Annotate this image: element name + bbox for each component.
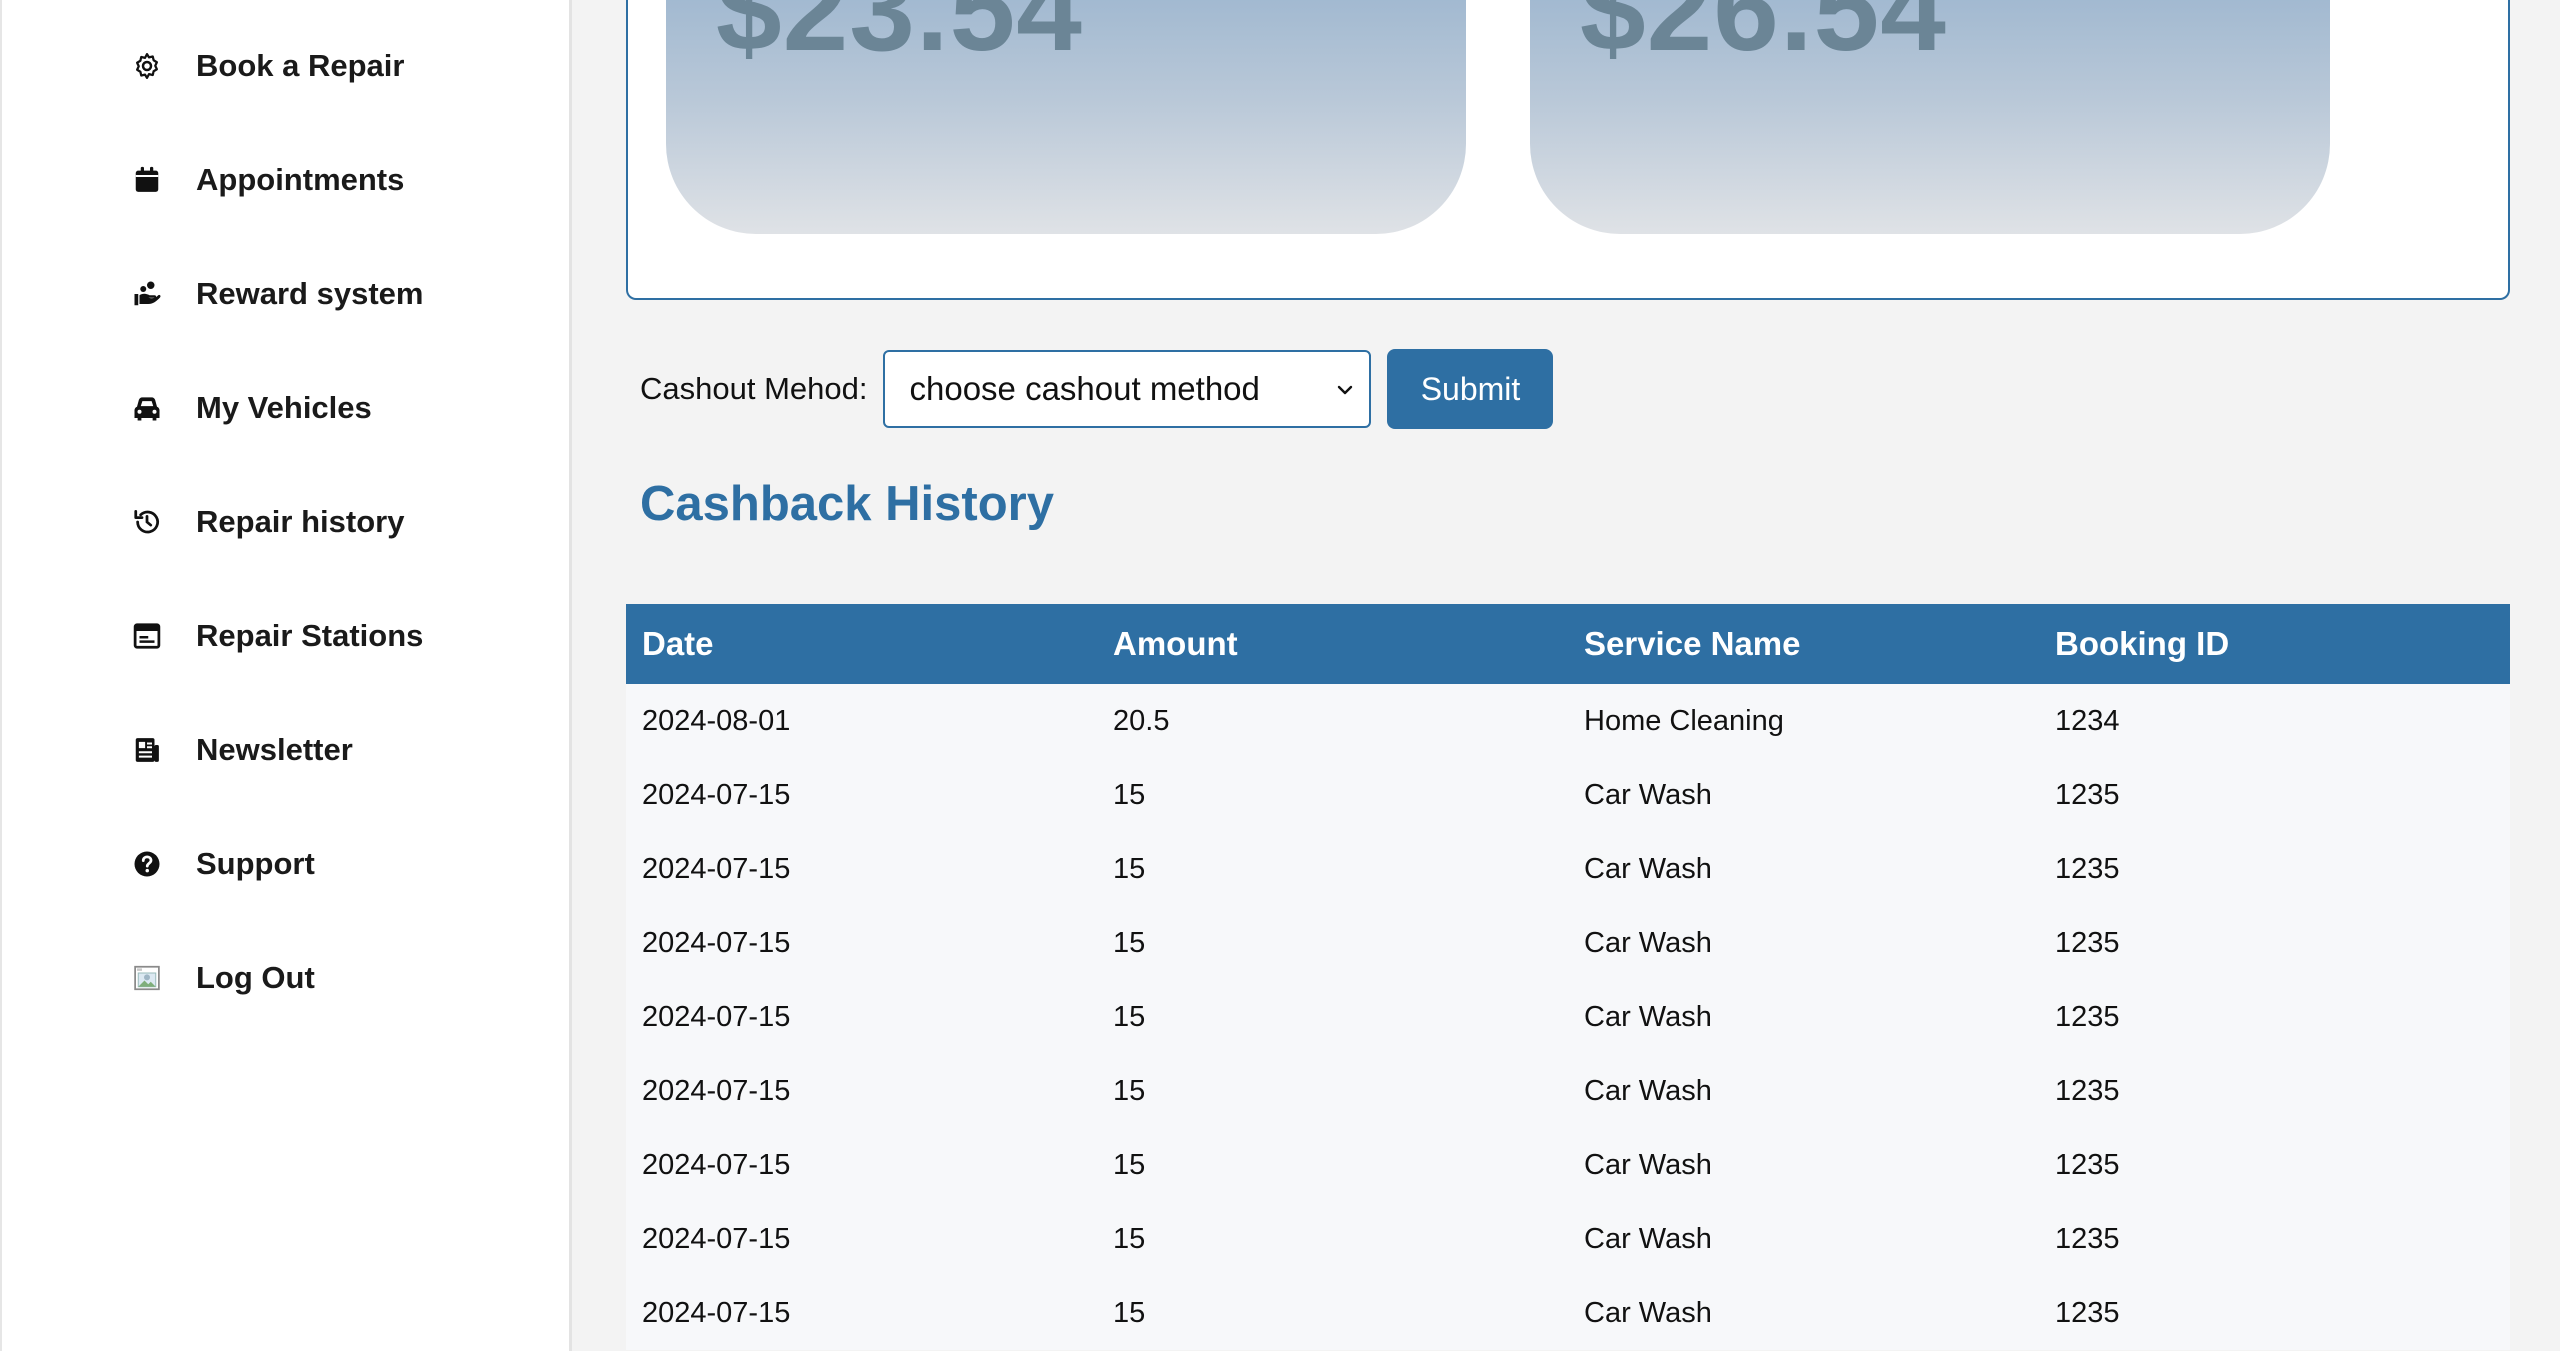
table-row: 2024-07-15 15 Car Wash 1235: [626, 1128, 2510, 1202]
cell-amount: 15: [1113, 1000, 1146, 1033]
cell-booking-id: 1235: [2055, 1148, 2120, 1181]
sidebar-item-repair-history[interactable]: Repair history: [130, 492, 404, 552]
cell-date: 2024-07-15: [642, 1296, 791, 1329]
cell-service-name: Car Wash: [1584, 852, 1712, 885]
cell-booking-id: 1234: [2055, 704, 2120, 737]
sidebar-item-label: Repair Stations: [196, 618, 424, 653]
cell-amount: 15: [1113, 1148, 1146, 1181]
cell-service-name: Home Cleaning: [1584, 704, 1784, 737]
cell-booking-id: 1235: [2055, 1222, 2120, 1255]
sidebar-item-label: Book a Repair: [196, 48, 405, 83]
table-row: 2024-07-15 15 Car Wash 1235: [626, 1202, 2510, 1276]
cashout-method-select[interactable]: choose cashout method: [883, 350, 1372, 428]
cell-date: 2024-07-15: [642, 1222, 791, 1255]
store-icon: [130, 619, 164, 653]
cell-service-name: Car Wash: [1584, 1000, 1712, 1033]
broken-image-icon: [130, 961, 164, 995]
cell-booking-id: 1235: [2055, 1296, 2120, 1329]
cell-amount: 15: [1113, 778, 1146, 811]
sidebar: Book a Repair Appointments Reward system…: [0, 0, 572, 1351]
balance-amount: $26.54: [1580, 0, 1947, 76]
cell-date: 2024-07-15: [642, 778, 791, 811]
table-row: 2024-07-15 15 Car Wash 1235: [626, 1054, 2510, 1128]
cashout-form: Cashout Mehod: choose cashout method Sub…: [640, 349, 1554, 429]
sidebar-item-book-a-repair[interactable]: Book a Repair: [130, 36, 404, 96]
sidebar-item-label: Repair history: [196, 504, 405, 539]
cell-service-name: Car Wash: [1584, 926, 1712, 959]
cell-service-name: Car Wash: [1584, 778, 1712, 811]
sidebar-item-log-out[interactable]: Log Out: [130, 948, 315, 1008]
table-row: 2024-07-15 15 Car Wash 1235: [626, 906, 2510, 980]
sidebar-item-label: My Vehicles: [196, 390, 372, 425]
cell-service-name: Car Wash: [1584, 1296, 1712, 1329]
car-icon: [130, 391, 164, 425]
cashout-method-selected: choose cashout method: [909, 370, 1260, 407]
gear-icon: [130, 49, 164, 83]
section-title: Cashback History: [640, 477, 1054, 531]
sidebar-item-newsletter[interactable]: Newsletter: [130, 720, 353, 780]
submit-button[interactable]: Submit: [1387, 349, 1554, 429]
table-body: 2024-08-01 20.5 Home Cleaning 1234 2024-07-1…: [626, 684, 2510, 1350]
column-header-service-name: Service Name: [1584, 625, 1801, 662]
cell-service-name: Car Wash: [1584, 1148, 1712, 1181]
sidebar-item-label: Support: [196, 846, 315, 881]
history-icon: [130, 505, 164, 539]
cashback-history-table: Date Amount Service Name Booking ID 2024…: [626, 604, 2510, 1350]
table-row: 2024-07-15 15 Car Wash 1235: [626, 832, 2510, 906]
cell-amount: 15: [1113, 1296, 1146, 1329]
sidebar-item-label: Newsletter: [196, 732, 353, 767]
cell-booking-id: 1235: [2055, 1000, 2120, 1033]
column-header-booking-id: Booking ID: [2055, 625, 2230, 662]
chevron-down-icon: [1335, 370, 1355, 408]
sidebar-item-support[interactable]: Support: [130, 834, 315, 894]
balance-card: $26.54: [1530, 0, 2330, 234]
table-row: 2024-08-01 20.5 Home Cleaning 1234: [626, 684, 2510, 758]
cell-amount: 20.5: [1113, 704, 1170, 737]
main-content: $23.54 $26.54 Cashout Mehod: choose cash…: [572, 0, 2560, 1351]
cell-service-name: Car Wash: [1584, 1074, 1712, 1107]
table-row: 2024-07-15 15 Car Wash 1235: [626, 758, 2510, 832]
cell-booking-id: 1235: [2055, 778, 2120, 811]
hand-coins-icon: [130, 277, 164, 311]
cell-booking-id: 1235: [2055, 926, 2120, 959]
cell-date: 2024-07-15: [642, 852, 791, 885]
cell-date: 2024-07-15: [642, 926, 791, 959]
cashback-cards-panel: $23.54 $26.54: [626, 0, 2510, 300]
sidebar-item-label: Appointments: [196, 162, 405, 197]
cell-amount: 15: [1113, 1074, 1146, 1107]
cell-amount: 15: [1113, 1222, 1146, 1255]
sidebar-item-label: Reward system: [196, 276, 424, 311]
cashout-method-label: Cashout Mehod:: [640, 371, 868, 406]
table-row: 2024-07-15 15 Car Wash 1235: [626, 1276, 2510, 1350]
cell-amount: 15: [1113, 852, 1146, 885]
cell-amount: 15: [1113, 926, 1146, 959]
newspaper-icon: [130, 733, 164, 767]
cell-date: 2024-07-15: [642, 1000, 791, 1033]
sidebar-item-appointments[interactable]: Appointments: [130, 150, 404, 210]
calendar-icon: [130, 163, 164, 197]
cell-date: 2024-07-15: [642, 1074, 791, 1107]
cell-service-name: Car Wash: [1584, 1222, 1712, 1255]
column-header-date: Date: [642, 625, 714, 662]
question-circle-icon: [130, 847, 164, 881]
sidebar-item-repair-stations[interactable]: Repair Stations: [130, 606, 423, 666]
table-header: Date Amount Service Name Booking ID: [626, 604, 2510, 684]
cell-booking-id: 1235: [2055, 1074, 2120, 1107]
column-header-amount: Amount: [1113, 625, 1238, 662]
balance-amount: $23.54: [716, 0, 1083, 76]
sidebar-item-reward-system[interactable]: Reward system: [130, 264, 423, 324]
sidebar-item-label: Log Out: [196, 960, 315, 995]
table-row: 2024-07-15 15 Car Wash 1235: [626, 980, 2510, 1054]
cell-date: 2024-08-01: [642, 704, 791, 737]
sidebar-item-my-vehicles[interactable]: My Vehicles: [130, 378, 372, 438]
cell-date: 2024-07-15: [642, 1148, 791, 1181]
balance-card: $23.54: [666, 0, 1466, 234]
cell-booking-id: 1235: [2055, 852, 2120, 885]
